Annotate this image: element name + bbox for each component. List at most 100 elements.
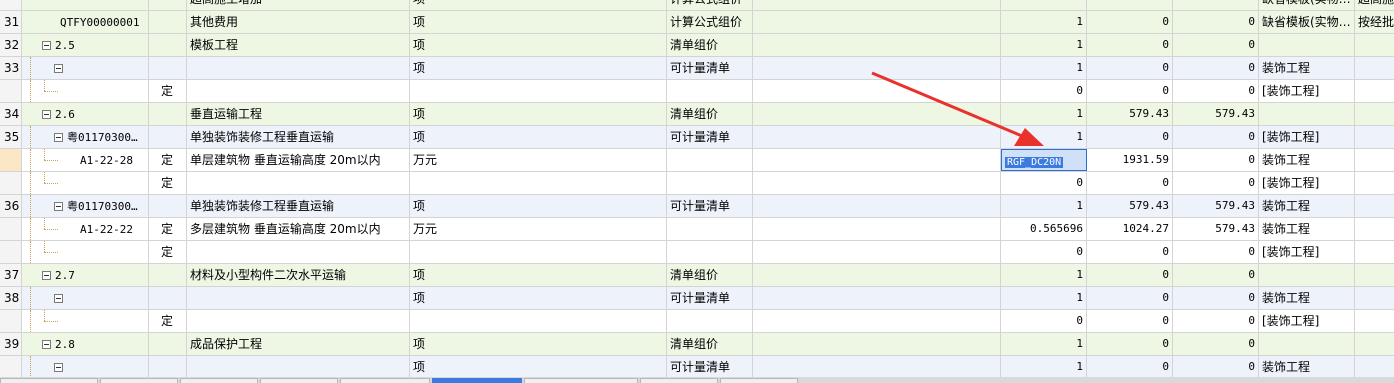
- cell-qty[interactable]: [1001, 0, 1087, 10]
- cell-spec[interactable]: [1259, 34, 1355, 56]
- cell-code[interactable]: 2.5: [22, 34, 149, 56]
- table-row[interactable]: 35 粤01170300… 单独装饰装修工程垂直运输项可计量清单 1 0 0 [装饰工程]: [0, 126, 1394, 149]
- cell-name[interactable]: [187, 57, 410, 79]
- cell-price[interactable]: 0: [1087, 11, 1173, 33]
- cell-price[interactable]: [1087, 0, 1173, 10]
- cell-spec[interactable]: [1259, 264, 1355, 286]
- cell-total[interactable]: 579.43: [1173, 195, 1259, 217]
- cell-name[interactable]: [187, 287, 410, 309]
- cell-code[interactable]: 2.6: [22, 103, 149, 125]
- cell-expr[interactable]: [753, 80, 1001, 102]
- cell-total[interactable]: 579.43: [1173, 103, 1259, 125]
- cell-spec[interactable]: [装饰工程]: [1259, 310, 1355, 332]
- cell-spec[interactable]: 装饰工程: [1259, 356, 1355, 378]
- cell-note[interactable]: [1355, 126, 1394, 148]
- table-row[interactable]: 定 0 0 0 [装饰工程]: [0, 80, 1394, 103]
- cell-unit-type[interactable]: 定: [149, 80, 187, 102]
- cell-price[interactable]: 0: [1087, 172, 1173, 194]
- table-row[interactable]: 定 0 0 0 [装饰工程]: [0, 241, 1394, 264]
- cell-unit[interactable]: 万元: [410, 149, 667, 171]
- cell-code[interactable]: [22, 356, 149, 378]
- cell-spec[interactable]: [装饰工程]: [1259, 80, 1355, 102]
- cell-expr[interactable]: [753, 356, 1001, 378]
- cell-total[interactable]: 0: [1173, 80, 1259, 102]
- cell-category[interactable]: [667, 218, 753, 240]
- table-row[interactable]: 项可计量清单 1 0 0 装饰工程: [0, 356, 1394, 379]
- cell-category[interactable]: [667, 172, 753, 194]
- cell-price[interactable]: 0: [1087, 264, 1173, 286]
- cell-unit[interactable]: [410, 310, 667, 332]
- collapse-toggle-icon[interactable]: [54, 64, 63, 73]
- cell-unit-type[interactable]: 定: [149, 310, 187, 332]
- cell-code[interactable]: 2.7: [22, 264, 149, 286]
- cell-unit[interactable]: [410, 172, 667, 194]
- cell-expr[interactable]: [753, 195, 1001, 217]
- cell-unit-type[interactable]: [149, 333, 187, 355]
- table-row[interactable]: A1-22-22 定多层建筑物 垂直运输高度 20m以内 万元 0.565696 102…: [0, 218, 1394, 241]
- cell-unit[interactable]: 项: [410, 287, 667, 309]
- cell-unit-type[interactable]: [149, 57, 187, 79]
- cell-expr[interactable]: [753, 11, 1001, 33]
- cell-unit[interactable]: 项: [410, 356, 667, 378]
- cell-code[interactable]: A1-22-22: [22, 218, 149, 240]
- cell-note[interactable]: [1355, 57, 1394, 79]
- cell-code[interactable]: A1-22-28: [22, 149, 149, 171]
- cell-note[interactable]: [1355, 103, 1394, 125]
- cell-total[interactable]: 0: [1173, 264, 1259, 286]
- cell-num[interactable]: [0, 0, 22, 10]
- cell-unit-type[interactable]: 定: [149, 149, 187, 171]
- cell-spec[interactable]: [1259, 333, 1355, 355]
- cell-num[interactable]: [0, 241, 22, 263]
- cell-price[interactable]: 0: [1087, 356, 1173, 378]
- cell-spec[interactable]: 装饰工程: [1259, 149, 1355, 171]
- cell-total[interactable]: 579.43: [1173, 218, 1259, 240]
- cell-num[interactable]: [0, 80, 22, 102]
- cell-note[interactable]: [1355, 287, 1394, 309]
- cell-expr[interactable]: [753, 126, 1001, 148]
- cell-qty[interactable]: 0: [1001, 80, 1087, 102]
- cell-spec[interactable]: [装饰工程]: [1259, 126, 1355, 148]
- cell-name[interactable]: 单独装饰装修工程垂直运输: [187, 195, 410, 217]
- cell-name[interactable]: 单层建筑物 垂直运输高度 20m以内: [187, 149, 410, 171]
- cell-total[interactable]: 0: [1173, 172, 1259, 194]
- cell-total[interactable]: 0: [1173, 333, 1259, 355]
- cell-code[interactable]: [22, 0, 149, 10]
- collapse-toggle-icon[interactable]: [42, 110, 51, 119]
- cell-total[interactable]: 0: [1173, 149, 1259, 171]
- cell-note[interactable]: [1355, 356, 1394, 378]
- cell-unit[interactable]: 项: [410, 34, 667, 56]
- cell-code[interactable]: 粤01170300…: [22, 195, 149, 217]
- cell-price[interactable]: 0: [1087, 241, 1173, 263]
- cell-expr[interactable]: [753, 287, 1001, 309]
- cell-code[interactable]: 粤01170300…: [22, 126, 149, 148]
- cell-category[interactable]: 计算公式组价: [667, 11, 753, 33]
- cell-note[interactable]: [1355, 218, 1394, 240]
- cell-expr[interactable]: [753, 57, 1001, 79]
- cell-category[interactable]: 清单组价: [667, 264, 753, 286]
- cell-category[interactable]: 清单组价: [667, 333, 753, 355]
- table-row[interactable]: 38 项可计量清单 1 0 0 装饰工程: [0, 287, 1394, 310]
- selected-text[interactable]: RGF_DC20N: [1005, 157, 1064, 168]
- cell-expr[interactable]: [753, 34, 1001, 56]
- cell-price[interactable]: 1024.27: [1087, 218, 1173, 240]
- cell-num[interactable]: 38: [0, 287, 22, 309]
- cell-unit-type[interactable]: [149, 264, 187, 286]
- cell-unit[interactable]: 项: [410, 0, 667, 10]
- cell-unit[interactable]: [410, 241, 667, 263]
- cell-price[interactable]: 0: [1087, 80, 1173, 102]
- table-row[interactable]: 34 2.6 垂直运输工程项清单组价 1 579.43 579.43: [0, 103, 1394, 126]
- cell-spec[interactable]: 装饰工程: [1259, 195, 1355, 217]
- sheet-tab[interactable]: [100, 378, 178, 383]
- cell-num[interactable]: [0, 218, 22, 240]
- cell-total[interactable]: 0: [1173, 57, 1259, 79]
- cell-category[interactable]: [667, 241, 753, 263]
- cell-category[interactable]: 清单组价: [667, 34, 753, 56]
- cell-name[interactable]: [187, 356, 410, 378]
- cell-unit-type[interactable]: 定: [149, 172, 187, 194]
- cell-price[interactable]: 0: [1087, 126, 1173, 148]
- cell-num[interactable]: 39: [0, 333, 22, 355]
- cell-num[interactable]: 37: [0, 264, 22, 286]
- cell-spec[interactable]: 装饰工程: [1259, 218, 1355, 240]
- cell-name[interactable]: 材料及小型构件二次水平运输: [187, 264, 410, 286]
- cell-qty[interactable]: 0.565696: [1001, 218, 1087, 240]
